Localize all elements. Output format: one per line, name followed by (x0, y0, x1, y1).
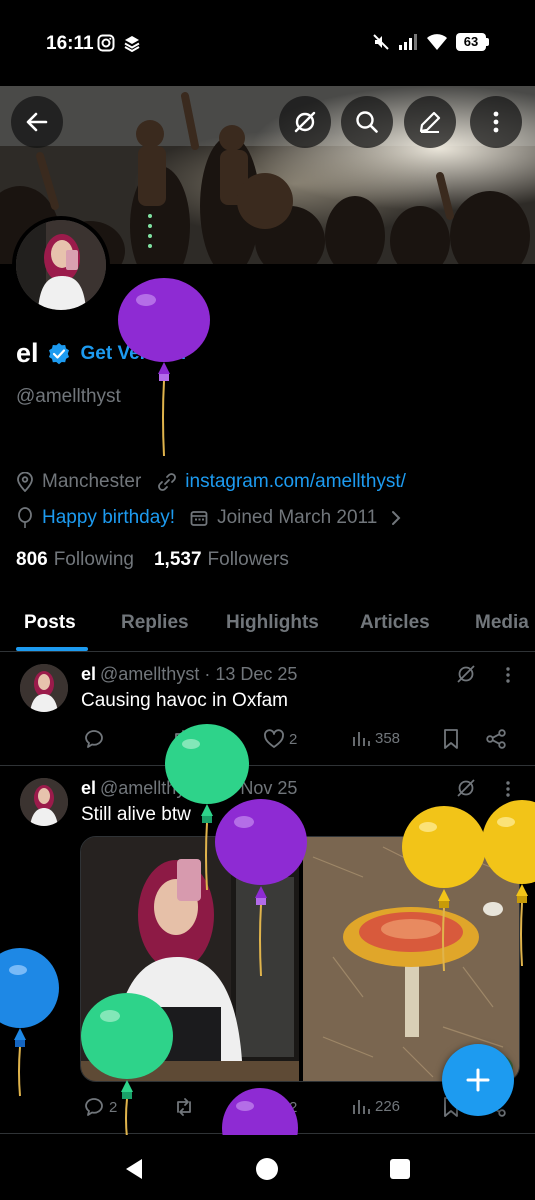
back-button[interactable] (11, 96, 63, 148)
post-author-handle[interactable]: @amellthyst (100, 664, 199, 684)
purple-balloon-icon (215, 799, 307, 977)
post-date[interactable]: 13 Dec 25 (215, 664, 297, 684)
grok-icon (294, 111, 316, 133)
chevron-right-icon[interactable] (387, 509, 405, 527)
layers-icon (124, 36, 140, 52)
repost-button[interactable] (173, 1096, 195, 1118)
share-icon (486, 729, 506, 749)
tab-highlights[interactable]: Highlights (226, 612, 319, 634)
followers-link[interactable]: 1,537 Followers (154, 549, 289, 571)
grok-icon[interactable] (456, 664, 476, 684)
battery-indicator: 63 (456, 33, 489, 51)
location-pin-icon (17, 472, 33, 492)
home-circle-icon[interactable] (255, 1157, 279, 1181)
compose-post-button[interactable] (442, 1044, 514, 1116)
yellow-balloon-icon (402, 806, 486, 972)
followers-label: Followers (207, 549, 289, 570)
yellow-balloon-icon (482, 800, 535, 967)
post-avatar[interactable] (20, 664, 68, 712)
green-balloon-icon (81, 993, 173, 1138)
instagram-icon (97, 34, 115, 52)
profile-website-link[interactable]: instagram.com/amellthyst/ (185, 471, 406, 493)
wifi-icon (427, 34, 447, 50)
plus-icon (466, 1068, 490, 1092)
balloon-icon (18, 507, 32, 528)
mute-icon (373, 34, 389, 50)
back-triangle-icon[interactable] (122, 1157, 146, 1181)
post-avatar-photo (20, 664, 68, 712)
search-icon (356, 111, 378, 133)
birthday-link[interactable]: Happy birthday! (42, 507, 175, 529)
views-button[interactable]: 358 (351, 728, 400, 748)
post-author-name[interactable]: el (81, 664, 96, 684)
view-count: 358 (375, 729, 401, 747)
profile-joined-date: Joined March 2011 (217, 507, 378, 528)
reply-button[interactable] (83, 728, 105, 750)
calendar-icon (190, 511, 208, 526)
tab-posts[interactable]: Posts (24, 612, 76, 634)
purple-balloon-icon (118, 278, 210, 457)
back-arrow-icon (26, 112, 48, 132)
views-bar-chart-icon (353, 732, 370, 746)
profile-avatar[interactable] (12, 216, 110, 314)
avatar-photo (16, 220, 106, 310)
post-actions: 2 358 (81, 728, 511, 754)
edit-button[interactable] (404, 96, 456, 148)
recents-square-icon[interactable] (389, 1158, 411, 1180)
grok-icon[interactable] (456, 778, 476, 798)
active-tab-indicator (16, 647, 88, 651)
verified-badge-icon (48, 342, 69, 364)
post-header: el @amellthyst · 13 Dec 25 (81, 664, 298, 684)
profile-location: Manchester (42, 471, 142, 492)
more-vertical-icon[interactable] (500, 665, 516, 685)
purple-balloon-icon (222, 1088, 298, 1138)
search-button[interactable] (341, 96, 393, 148)
tab-media[interactable]: Media (475, 612, 529, 634)
following-label: Following (53, 549, 134, 570)
signal-icon (399, 34, 417, 50)
more-vertical-icon (493, 111, 499, 133)
following-count: 806 (16, 549, 48, 570)
bookmark-icon (444, 729, 458, 749)
following-link[interactable]: 806 Following (16, 549, 134, 571)
post-avatar-photo (20, 778, 68, 826)
bookmark-button[interactable] (441, 728, 461, 750)
repost-icon (177, 1098, 191, 1116)
profile-tabs: Posts Replies Highlights Articles Media (0, 600, 535, 652)
like-button[interactable]: 2 (263, 728, 297, 750)
edit-icon (419, 111, 441, 133)
battery-level: 63 (456, 33, 486, 51)
post-avatar[interactable] (20, 778, 68, 826)
view-count: 226 (375, 1097, 401, 1115)
more-vertical-icon[interactable] (500, 779, 516, 799)
more-button[interactable] (470, 96, 522, 148)
views-button[interactable]: 226 (351, 1096, 400, 1116)
followers-count: 1,537 (153, 549, 202, 570)
post-item[interactable]: el @amellthyst · 13 Dec 25 Causing havoc … (0, 652, 535, 766)
tab-articles[interactable]: Articles (360, 612, 430, 634)
share-button[interactable] (485, 728, 507, 750)
blue-balloon-icon (0, 948, 59, 1097)
link-icon (158, 473, 177, 491)
profile-name: el (16, 338, 39, 368)
like-count: 2 (289, 730, 298, 748)
views-bar-chart-icon (353, 1100, 370, 1114)
heart-icon (264, 729, 284, 748)
system-navigation-bar (0, 1135, 535, 1200)
reply-icon (85, 730, 103, 748)
tab-replies[interactable]: Replies (121, 612, 189, 634)
post-author-name[interactable]: el (81, 778, 96, 798)
status-time: 16:11 (46, 33, 94, 54)
profile-handle: @amellthyst (16, 386, 121, 407)
grok-button[interactable] (279, 96, 331, 148)
status-bar: 16:11 63 (0, 0, 535, 86)
post-text: Causing havoc in Oxfam (81, 690, 288, 711)
